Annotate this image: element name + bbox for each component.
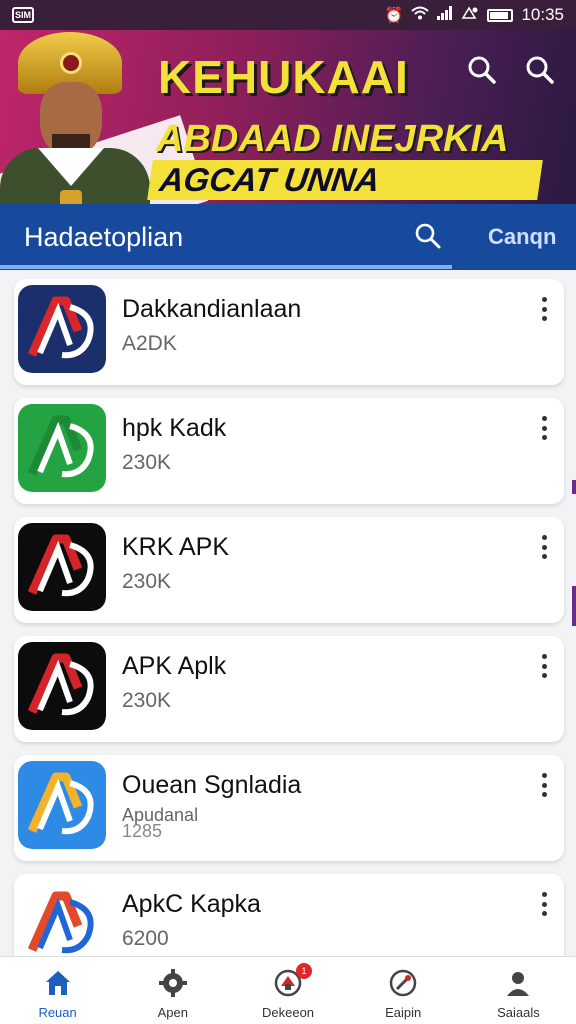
app-name: APK Aplk — [122, 652, 227, 680]
app-list-item[interactable]: KRK APK 230K — [14, 517, 564, 623]
app-size: 230K — [122, 689, 172, 712]
app-list-item[interactable]: hpk Kadk 230K — [14, 398, 564, 504]
signal-icon — [437, 6, 453, 24]
notification-badge: 1 — [296, 963, 312, 979]
download-icon: 1 — [272, 963, 312, 999]
app-size: 6200 — [122, 927, 169, 950]
app-list: Dakkandianlaan A2DK hpk Kadk 230K KRK APK 230… — [14, 279, 564, 993]
banner-title: KEHUKAAI — [158, 51, 409, 103]
app-name: Dakkandianlaan — [122, 295, 302, 323]
search-header: Hadaetoplian Canqn — [0, 204, 576, 270]
more-options-icon[interactable] — [536, 773, 552, 797]
app-name: hpk Kadk — [122, 414, 227, 442]
search-icon[interactable] — [410, 218, 446, 254]
sim-icon: SIM — [12, 7, 34, 23]
nav-label: Apen — [157, 1005, 188, 1020]
nav-item-home[interactable]: Reuan — [0, 957, 115, 1024]
app-size: 230K — [122, 570, 172, 593]
app-screen: SIM ⏰ 10:35 KEHUKAAI ABDAAD INEJRKIA AGC… — [0, 0, 576, 1024]
app-size: 230K — [122, 451, 172, 474]
app-name: ApkC Kapka — [122, 890, 261, 918]
app-list-item[interactable]: Dakkandianlaan A2DK — [14, 279, 564, 385]
nav-item-tools[interactable]: Eaipin — [346, 957, 461, 1024]
app-icon[interactable] — [18, 404, 106, 492]
app-list-item[interactable]: Ouean Sgnladia Apudanal 1285 — [14, 755, 564, 861]
banner-search-icon-secondary[interactable] — [520, 50, 560, 90]
nav-item-profile[interactable]: Saiaals — [461, 957, 576, 1024]
app-icon[interactable] — [18, 761, 106, 849]
network-icon — [461, 6, 479, 24]
banner-search-icon[interactable] — [462, 50, 502, 90]
bottom-navigation: Reuan Apen 1 Dekeeon Eaipin Saiaals — [0, 956, 576, 1024]
scroll-edge-mark — [572, 480, 576, 494]
more-options-icon[interactable] — [536, 416, 552, 440]
status-left: SIM — [12, 7, 34, 23]
nav-item-download[interactable]: 1 Dekeeon — [230, 957, 345, 1024]
battery-icon — [487, 8, 514, 22]
app-icon[interactable] — [18, 285, 106, 373]
nav-label: Eaipin — [385, 1005, 422, 1020]
banner-avatar — [0, 30, 160, 204]
app-icon[interactable] — [18, 880, 106, 968]
nav-label: Dekeeon — [261, 1005, 315, 1020]
app-size: A2DK — [122, 332, 177, 355]
app-name: KRK APK — [122, 533, 229, 561]
crown-gem — [60, 52, 82, 74]
more-options-icon[interactable] — [536, 535, 552, 559]
avatar-medal — [60, 190, 82, 204]
banner-tagline: AGCAT UNNA QEEDAIC! — [147, 160, 543, 204]
promo-banner[interactable]: KEHUKAAI ABDAAD INEJRKIA AGCAT UNNA QEED… — [0, 30, 576, 204]
nav-label: Saiaals — [497, 1005, 540, 1020]
home-icon — [42, 967, 74, 999]
banner-subtitle: ABDAAD INEJRKIA — [156, 118, 509, 160]
more-options-icon[interactable] — [536, 654, 552, 678]
status-bar: SIM ⏰ 10:35 — [0, 0, 576, 30]
profile-icon — [502, 967, 534, 999]
alarm-icon: ⏰ — [384, 7, 404, 24]
tools-icon — [387, 967, 419, 999]
wifi-icon — [411, 6, 430, 24]
more-options-icon[interactable] — [536, 892, 552, 916]
search-header-title[interactable]: Hadaetoplian — [24, 222, 183, 253]
status-right: ⏰ 10:35 — [385, 5, 564, 25]
search-underline — [0, 265, 452, 269]
app-name: Ouean Sgnladia — [122, 771, 302, 799]
cancel-button[interactable]: Canqn — [488, 224, 556, 250]
nav-label: Reuan — [38, 1005, 77, 1020]
app-icon[interactable] — [18, 642, 106, 730]
status-clock: 10:35 — [521, 5, 564, 24]
nav-item-gear[interactable]: Apen — [115, 957, 230, 1024]
more-options-icon[interactable] — [536, 297, 552, 321]
app-icon[interactable] — [18, 523, 106, 611]
gear-icon — [157, 967, 189, 999]
scroll-edge-mark — [572, 586, 576, 626]
app-list-item[interactable]: APK Aplk 230K — [14, 636, 564, 742]
app-size: 1285 — [122, 821, 163, 841]
